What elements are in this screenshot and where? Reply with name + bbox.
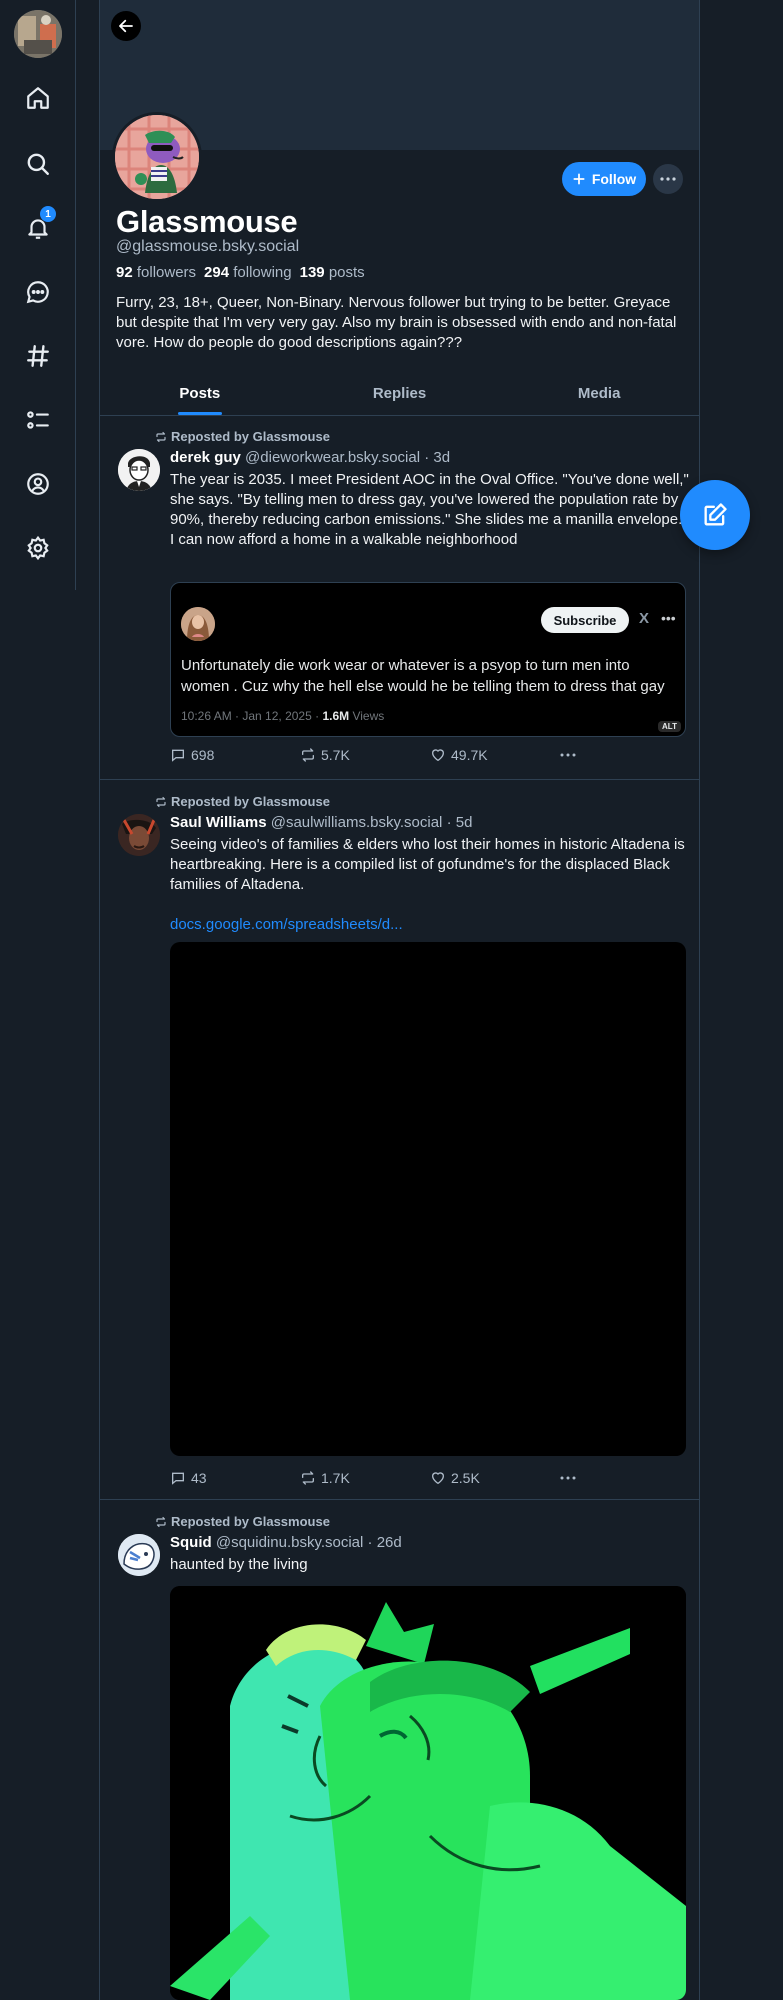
video-player[interactable] xyxy=(170,942,686,1456)
repost-icon xyxy=(156,796,166,807)
repost-icon xyxy=(156,431,166,442)
post-link[interactable]: docs.google.com/spreadsheets/d... xyxy=(170,915,690,935)
feeds-hash-icon[interactable] xyxy=(20,338,56,374)
heart-icon xyxy=(432,749,444,761)
comment-icon xyxy=(172,1472,184,1485)
like-button[interactable]: 49.7K xyxy=(430,747,560,763)
post-header: Squid @squidinu.bsky.social · 26d xyxy=(170,1534,402,1551)
repost-label: Reposted by Glassmouse xyxy=(171,1514,330,1529)
follow-button[interactable]: Follow xyxy=(562,162,646,196)
post-actions: 43 1.7K 2.5K xyxy=(170,1470,590,1486)
post-header: Saul Williams @saulwilliams.bsky.social … xyxy=(170,814,472,831)
current-user-avatar[interactable] xyxy=(14,10,62,58)
search-icon[interactable] xyxy=(20,146,56,182)
left-nav: 1 xyxy=(0,0,76,590)
x-logo-icon: X xyxy=(639,610,650,627)
following-stat[interactable]: 294 following xyxy=(204,264,292,281)
profile-tabs: Posts Replies Media xyxy=(100,372,699,416)
repost-button[interactable]: 5.7K xyxy=(300,747,430,763)
notification-badge: 1 xyxy=(40,206,56,222)
profile-main-column: Follow Glassmouse @glassmouse.bsky.socia… xyxy=(99,0,700,2000)
home-icon[interactable] xyxy=(20,80,56,116)
feed-post[interactable]: Reposted by Glassmouse derek guy @diewor… xyxy=(100,417,699,780)
like-button[interactable]: 2.5K xyxy=(430,1470,560,1486)
reply-button[interactable]: 43 xyxy=(170,1470,300,1486)
repost-indicator[interactable]: Reposted by Glassmouse xyxy=(155,429,330,444)
tab-media[interactable]: Media xyxy=(499,372,699,415)
settings-gear-icon[interactable] xyxy=(20,530,56,566)
profile-avatar[interactable] xyxy=(112,112,202,202)
profile-more-button[interactable] xyxy=(653,164,683,194)
compose-pencil-icon xyxy=(704,503,727,526)
compose-post-button[interactable] xyxy=(680,480,750,550)
repost-indicator[interactable]: Reposted by Glassmouse xyxy=(155,794,330,809)
plus-icon xyxy=(573,173,585,185)
post-author-avatar[interactable] xyxy=(118,449,160,491)
post-more-button[interactable] xyxy=(560,747,576,763)
arrow-left-icon xyxy=(119,19,133,33)
tab-replies[interactable]: Replies xyxy=(300,372,500,415)
repost-button[interactable]: 1.7K xyxy=(300,1470,430,1486)
post-image-artwork[interactable] xyxy=(170,1586,686,2000)
post-actions: 698 5.7K 49.7K xyxy=(170,747,590,763)
profile-stats: 92 followers 294 following 139 posts xyxy=(116,264,365,281)
comment-icon xyxy=(172,749,184,762)
post-text: Seeing video's of families & elders who … xyxy=(170,836,685,893)
post-author-handle[interactable]: @saulwilliams.bsky.social xyxy=(271,814,443,831)
feed-post[interactable]: Reposted by Glassmouse Squid @squidinu.b… xyxy=(100,1500,699,2000)
heart-icon xyxy=(432,1472,444,1484)
repost-label: Reposted by Glassmouse xyxy=(171,794,330,809)
post-author-avatar[interactable] xyxy=(118,814,160,856)
post-author-name[interactable]: Saul Williams xyxy=(170,814,267,831)
profile-display-name: Glassmouse xyxy=(116,204,298,239)
embedded-image-tweet-screenshot[interactable]: Subscribe X ••• Unfortunately die work w… xyxy=(170,582,686,737)
post-author-name[interactable]: Squid xyxy=(170,1534,212,1551)
repost-icon xyxy=(302,748,314,762)
ellipsis-icon xyxy=(660,177,676,181)
post-text: haunted by the living xyxy=(170,1556,308,1573)
repost-indicator[interactable]: Reposted by Glassmouse xyxy=(155,1514,330,1529)
profile-icon[interactable] xyxy=(20,466,56,502)
alt-text-badge[interactable]: ALT xyxy=(658,721,681,732)
post-header: derek guy @dieworkwear.bsky.social · 3d xyxy=(170,449,450,466)
post-timestamp[interactable]: · 26d xyxy=(368,1534,402,1551)
ellipsis-icon xyxy=(560,753,576,757)
feed-post[interactable]: Reposted by Glassmouse Saul Williams @sa… xyxy=(100,780,699,1500)
embed-meta: 10:26 AM · Jan 12, 2025 · 1.6M Views xyxy=(181,709,385,723)
repost-icon xyxy=(156,1516,166,1527)
post-author-avatar[interactable] xyxy=(118,1534,160,1576)
ellipsis-icon xyxy=(560,1476,576,1480)
repost-label: Reposted by Glassmouse xyxy=(171,429,330,444)
reply-button[interactable]: 698 xyxy=(170,747,300,763)
post-author-handle[interactable]: @squidinu.bsky.social xyxy=(216,1534,364,1551)
lists-icon[interactable] xyxy=(20,402,56,438)
posts-stat: 139 posts xyxy=(299,264,365,281)
followers-stat[interactable]: 92 followers xyxy=(116,264,196,281)
follow-button-label: Follow xyxy=(591,171,637,187)
embed-ellipsis-icon: ••• xyxy=(661,610,676,626)
post-timestamp[interactable]: · 3d xyxy=(424,449,450,466)
embed-author-avatar xyxy=(181,607,215,641)
chat-icon[interactable] xyxy=(20,274,56,310)
tab-posts[interactable]: Posts xyxy=(100,372,300,415)
profile-handle: @glassmouse.bsky.social xyxy=(116,238,300,255)
repost-icon xyxy=(302,1471,314,1485)
post-text: The year is 2035. I meet President AOC i… xyxy=(170,471,689,548)
post-more-button[interactable] xyxy=(560,1470,576,1486)
notifications-icon[interactable]: 1 xyxy=(20,206,56,246)
post-author-handle[interactable]: @dieworkwear.bsky.social xyxy=(245,449,420,466)
embed-text: Unfortunately die work wear or whatever … xyxy=(181,657,665,695)
embed-subscribe-button: Subscribe xyxy=(541,607,629,633)
back-button[interactable] xyxy=(111,11,141,41)
post-author-name[interactable]: derek guy xyxy=(170,449,241,466)
profile-bio: Furry, 23, 18+, Queer, Non-Binary. Nervo… xyxy=(116,294,677,351)
post-timestamp[interactable]: · 5d xyxy=(447,814,473,831)
